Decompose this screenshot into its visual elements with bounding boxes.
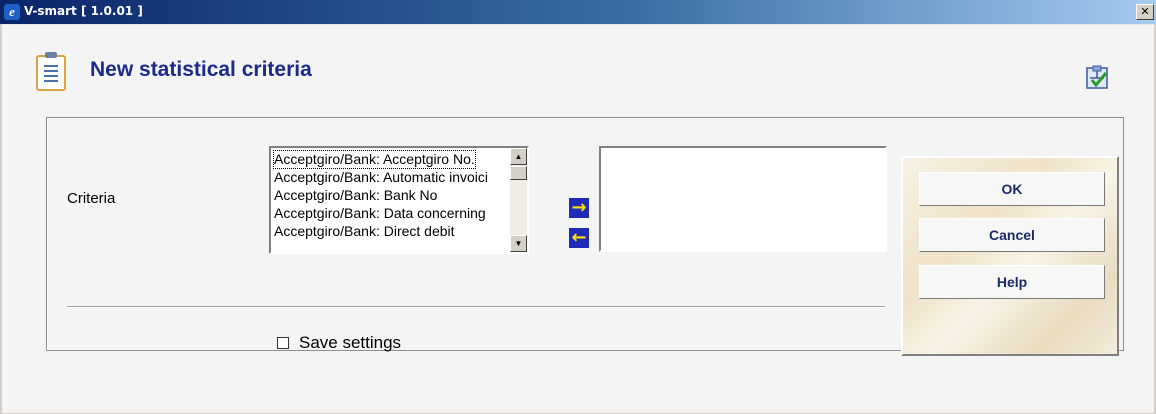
- list-item[interactable]: Acceptgiro/Bank: Acceptgiro No.: [273, 150, 476, 169]
- list-item[interactable]: Acceptgiro/Bank: Direct debit: [274, 223, 455, 240]
- window-title: V-smart [ 1.0.01 ]: [24, 4, 143, 18]
- cancel-button[interactable]: Cancel: [919, 218, 1105, 252]
- app-icon: e: [4, 4, 20, 20]
- save-settings-label[interactable]: Save settings: [299, 333, 401, 353]
- list-scrollbar[interactable]: ▲ ▼: [510, 148, 527, 252]
- remove-arrow-button[interactable]: ←: [569, 228, 589, 248]
- criteria-panel: Criteria Acceptgiro/Bank: Acceptgiro No.…: [46, 117, 1124, 356]
- criteria-label: Criteria: [67, 190, 116, 207]
- scroll-up-icon[interactable]: ▲: [510, 148, 527, 165]
- wizard-check-icon[interactable]: [1084, 65, 1110, 91]
- help-button[interactable]: Help: [919, 265, 1105, 299]
- scroll-down-icon[interactable]: ▼: [510, 235, 527, 252]
- scroll-thumb[interactable]: [510, 166, 527, 180]
- add-arrow-button[interactable]: →: [569, 198, 589, 218]
- save-settings-checkbox[interactable]: [277, 337, 289, 349]
- ok-button[interactable]: OK: [919, 172, 1105, 206]
- selected-criteria-list[interactable]: [599, 146, 887, 252]
- page-title: New statistical criteria: [90, 58, 312, 81]
- list-item[interactable]: Acceptgiro/Bank: Data concerning: [274, 205, 486, 222]
- button-panel: OK Cancel Help: [901, 156, 1119, 356]
- available-criteria-list[interactable]: Acceptgiro/Bank: Acceptgiro No. Acceptgi…: [269, 146, 529, 254]
- close-button[interactable]: ✕: [1136, 4, 1154, 20]
- clipboard-icon: [36, 52, 66, 91]
- divider: [67, 306, 885, 308]
- title-bar: e V-smart [ 1.0.01 ] ✕: [0, 0, 1156, 24]
- main-window: New statistical criteria Criteria Accept…: [2, 24, 1154, 413]
- list-item[interactable]: Acceptgiro/Bank: Bank No: [274, 187, 437, 204]
- list-item[interactable]: Acceptgiro/Bank: Automatic invoici: [274, 169, 488, 186]
